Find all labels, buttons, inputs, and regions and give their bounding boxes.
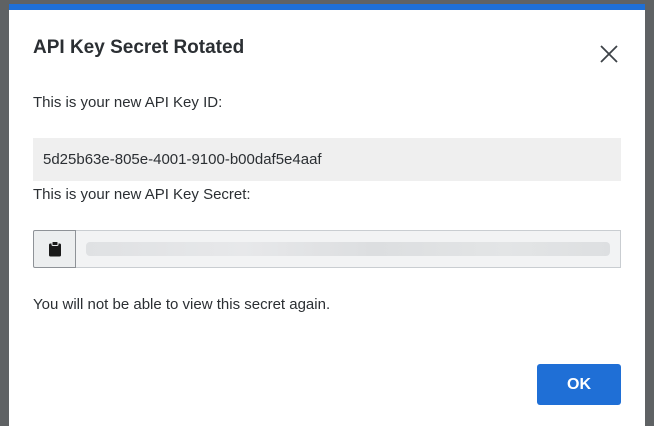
dialog-title: API Key Secret Rotated: [33, 37, 245, 58]
clipboard-icon: [48, 241, 61, 257]
close-button[interactable]: [597, 42, 621, 66]
secret-field-group: [33, 230, 621, 268]
api-key-rotated-dialog: API Key Secret Rotated This is your new …: [9, 4, 645, 426]
ok-button[interactable]: OK: [537, 364, 621, 405]
secret-label: This is your new API Key Secret:: [33, 186, 251, 203]
key-id-label: This is your new API Key ID:: [33, 94, 223, 111]
obscured-secret: [86, 242, 610, 256]
secret-value-field[interactable]: [76, 230, 621, 268]
key-id-value: 5d25b63e-805e-4001-9100-b00daf5e4aaf: [33, 138, 621, 181]
warning-text: You will not be able to view this secret…: [33, 296, 331, 313]
copy-secret-button[interactable]: [33, 230, 76, 268]
close-icon: [600, 45, 618, 63]
